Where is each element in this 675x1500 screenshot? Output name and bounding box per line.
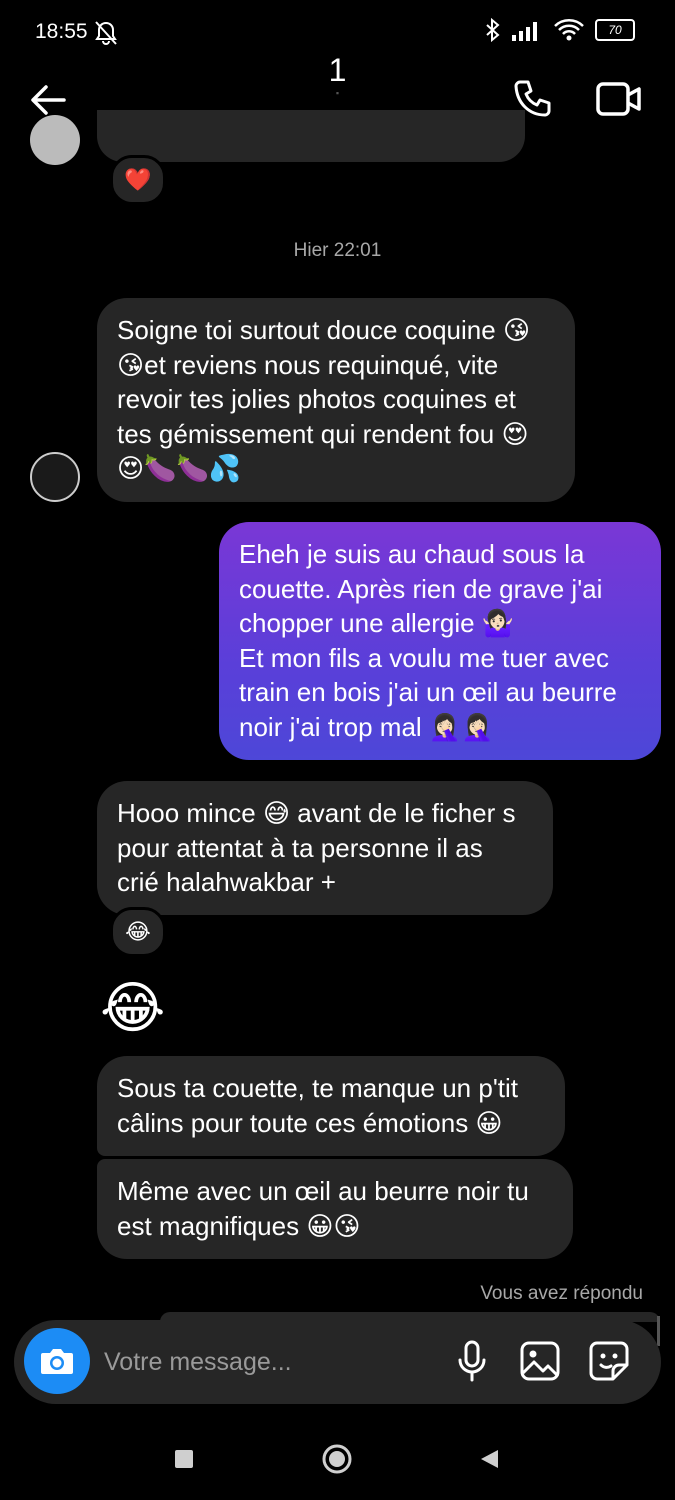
camera-icon: [41, 1349, 73, 1374]
message-bubble-incoming[interactable]: Même avec un œil au beurre noir tu est m…: [97, 1159, 573, 1259]
scrollbar[interactable]: [657, 1316, 660, 1346]
status-time: 18:55: [35, 20, 88, 43]
avatar[interactable]: [30, 452, 80, 502]
recents-button[interactable]: [175, 1450, 193, 1468]
signal-icon: [512, 22, 537, 41]
conversation-subtitle: ▪: [335, 88, 340, 98]
nav-back-button[interactable]: [478, 1448, 500, 1470]
conversation-title[interactable]: 1: [0, 52, 675, 89]
microphone-icon[interactable]: [455, 1340, 489, 1382]
wifi-icon: [554, 19, 584, 41]
message-bubble-incoming[interactable]: Sous ta couette, te manque un p'tit câli…: [97, 1056, 565, 1156]
bluetooth-icon: [486, 18, 500, 42]
message-input[interactable]: [104, 1340, 434, 1384]
status-icons: 70: [485, 18, 635, 42]
replied-label: Vous avez répondu: [480, 1283, 643, 1304]
message-timestamp: Hier 22:01: [293, 240, 382, 261]
mute-bell-icon: [92, 20, 120, 51]
video-call-icon[interactable]: [596, 80, 642, 118]
message-bubble-incoming[interactable]: Hooo mince 😅 avant de le ficher s pour a…: [97, 781, 553, 915]
avatar[interactable]: [30, 115, 80, 165]
sticker-icon[interactable]: [589, 1341, 629, 1381]
emoji-message[interactable]: 😂: [100, 978, 165, 1038]
heart-reaction[interactable]: ❤️: [110, 155, 166, 205]
battery-indicator: 70: [595, 19, 635, 41]
gallery-icon[interactable]: [520, 1341, 560, 1381]
camera-button[interactable]: [24, 1328, 90, 1394]
previous-message-bubble[interactable]: [97, 110, 525, 162]
home-button[interactable]: [322, 1444, 352, 1474]
message-bubble-incoming[interactable]: Soigne toi surtout douce coquine 😘😘et re…: [97, 298, 575, 502]
laugh-reaction[interactable]: 😂: [110, 907, 166, 957]
message-bubble-outgoing[interactable]: Eheh je suis au chaud sous la couette. A…: [219, 522, 661, 760]
